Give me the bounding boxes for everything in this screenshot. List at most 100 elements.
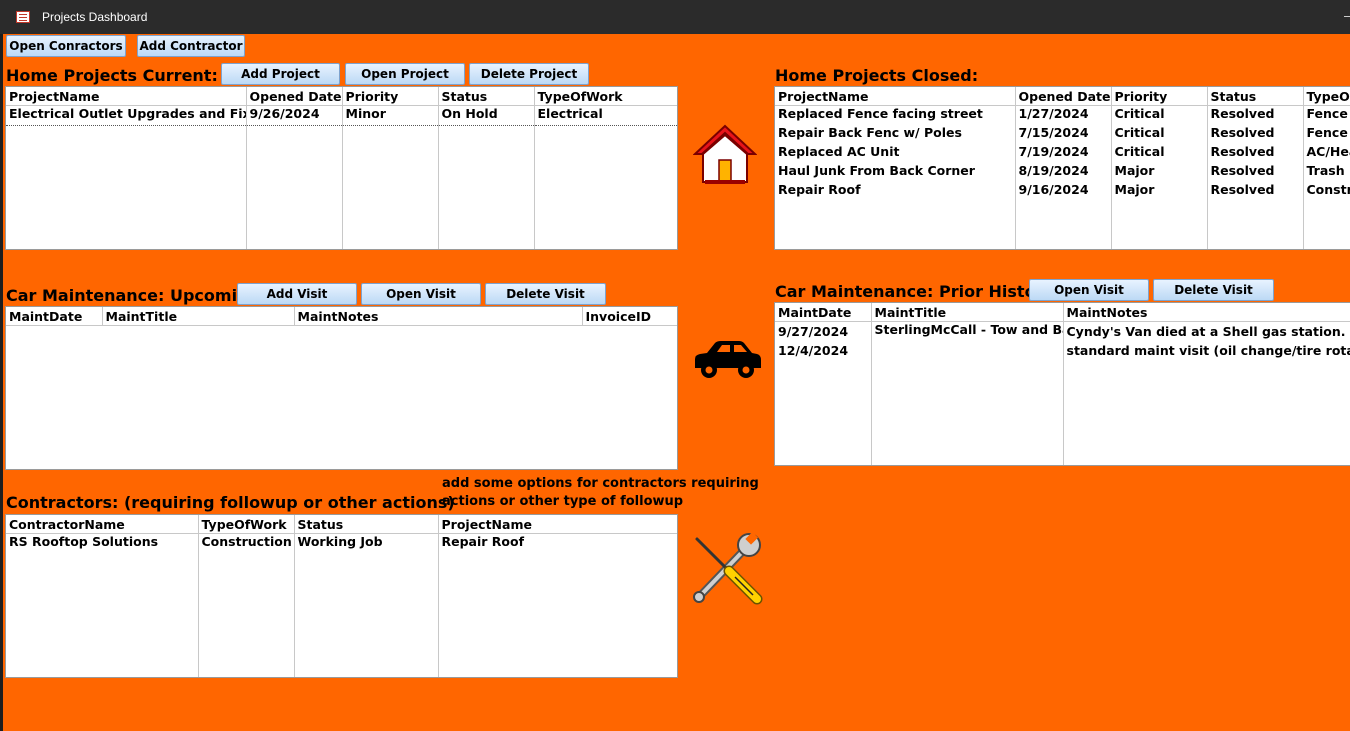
contractors-note: add some options for contractors requiri… (442, 476, 759, 509)
table-cell[interactable]: On Hold (438, 105, 535, 126)
table-cell[interactable]: Resolved (1207, 163, 1304, 182)
table-cell[interactable]: Minor (342, 105, 439, 126)
open-project-button[interactable]: Open Project (345, 63, 465, 85)
delete-visit-button[interactable]: Delete Visit (485, 283, 606, 305)
column-header[interactable]: Opened Date (1015, 87, 1112, 106)
table-cell[interactable]: Replaced AC Unit (775, 144, 1016, 163)
table-cell[interactable]: Construction (198, 533, 295, 553)
column-header[interactable]: Status (438, 87, 535, 106)
table-cell[interactable]: Resolved (1207, 105, 1304, 125)
table-cell[interactable]: 9/27/2024 12/4/2024 (775, 321, 872, 360)
column-header[interactable]: ProjectName (438, 515, 677, 534)
column-header[interactable]: ContractorName (6, 515, 199, 534)
table-row[interactable]: 9/27/2024 12/4/2024 SterlingMcCall - Tow… (775, 321, 1350, 360)
column-header[interactable]: Opened Date (246, 87, 343, 106)
table-row[interactable]: RS Rooftop Solutions Construction Workin… (6, 533, 677, 553)
table-row[interactable]: Replaced Fence facing street 1/27/2024 C… (775, 105, 1350, 125)
table-cell[interactable]: Critical (1111, 105, 1208, 125)
table-cell[interactable]: SterlingMcCall - Tow and Batte (871, 321, 1064, 360)
table-cell[interactable]: Trash (1303, 163, 1350, 182)
table-row[interactable]: Repair Back Fenc w/ Poles 7/15/2024 Crit… (775, 125, 1350, 144)
grid-header: MaintDate MaintTitle MaintNotes InvoiceI… (6, 307, 677, 326)
table-cell[interactable]: Fence (1303, 125, 1350, 144)
open-contractors-button[interactable]: Open Conractors (6, 35, 126, 57)
table-row[interactable]: Electrical Outlet Upgrades and Fixes 9/2… (6, 105, 677, 126)
column-header[interactable]: ProjectName (775, 87, 1016, 106)
empty-rows (6, 326, 677, 470)
car-upcoming-heading: Car Maintenance: Upcoming (6, 286, 260, 305)
home-current-heading: Home Projects Current: (6, 66, 218, 85)
home-closed-grid[interactable]: ProjectName Opened Date Priority Status … (774, 86, 1350, 250)
column-header[interactable]: MaintNotes (294, 307, 583, 326)
home-current-grid[interactable]: ProjectName Opened Date Priority Status … (5, 86, 678, 250)
table-cell[interactable]: RS Rooftop Solutions (6, 533, 199, 553)
column-header[interactable]: Priority (342, 87, 439, 106)
table-cell[interactable]: Resolved (1207, 125, 1304, 144)
table-cell[interactable]: 9/26/2024 (246, 105, 343, 126)
table-cell[interactable]: 1/27/2024 (1015, 105, 1112, 125)
window-title: Projects Dashboard (42, 10, 148, 24)
contractors-grid[interactable]: ContractorName TypeOfWork Status Project… (5, 514, 678, 678)
table-cell[interactable]: Repair Roof (775, 182, 1016, 201)
table-cell[interactable]: Electrical Outlet Upgrades and Fixes (6, 105, 247, 126)
table-cell[interactable]: 7/15/2024 (1015, 125, 1112, 144)
table-cell[interactable]: Electrical (534, 105, 677, 126)
form-icon (16, 11, 30, 23)
grid-header: ProjectName Opened Date Priority Status … (775, 87, 1350, 106)
table-cell[interactable]: Major (1111, 163, 1208, 182)
table-row[interactable]: Replaced AC Unit 7/19/2024 Critical Reso… (775, 144, 1350, 163)
column-header[interactable]: MaintDate (6, 307, 103, 326)
table-cell[interactable]: 8/19/2024 (1015, 163, 1112, 182)
delete-prior-visit-button[interactable]: Delete Visit (1153, 279, 1274, 301)
table-cell[interactable]: Constru (1303, 182, 1350, 201)
table-cell[interactable]: Cyndy's Van died at a Shell gas station.… (1063, 321, 1350, 360)
house-icon (693, 124, 757, 184)
table-cell[interactable]: Major (1111, 182, 1208, 201)
table-cell[interactable]: Resolved (1207, 144, 1304, 163)
table-cell[interactable]: AC/Hea (1303, 144, 1350, 163)
column-header[interactable]: Status (1207, 87, 1304, 106)
empty-rows (775, 360, 1350, 465)
table-cell[interactable]: Resolved (1207, 182, 1304, 201)
table-cell[interactable]: Critical (1111, 125, 1208, 144)
column-header[interactable]: TypeOfWork (534, 87, 677, 106)
car-prior-grid[interactable]: MaintDate MaintTitle MaintNotes 9/27/202… (774, 302, 1350, 466)
column-header[interactable]: Status (294, 515, 439, 534)
grid-header: ContractorName TypeOfWork Status Project… (6, 515, 677, 534)
table-cell[interactable]: Fence (1303, 105, 1350, 125)
column-header[interactable]: InvoiceID (582, 307, 677, 326)
table-cell[interactable]: Replaced Fence facing street (775, 105, 1016, 125)
column-header[interactable]: TypeOfWork (198, 515, 295, 534)
table-cell[interactable]: Working Job (294, 533, 439, 553)
car-icon (695, 341, 761, 378)
column-header[interactable]: MaintTitle (871, 303, 1064, 322)
table-cell[interactable]: Haul Junk From Back Corner (775, 163, 1016, 182)
maint-date: 9/27/2024 (778, 324, 849, 339)
table-row[interactable]: Repair Roof 9/16/2024 Major Resolved Con… (775, 182, 1350, 201)
add-visit-button[interactable]: Add Visit (237, 283, 357, 305)
column-header[interactable]: MaintDate (775, 303, 872, 322)
table-cell[interactable]: Repair Roof (438, 533, 677, 553)
table-cell[interactable]: 7/19/2024 (1015, 144, 1112, 163)
window-titlebar: Projects Dashboard (0, 0, 1350, 34)
column-header[interactable]: MaintTitle (102, 307, 295, 326)
table-cell[interactable]: Critical (1111, 144, 1208, 163)
grid-header: ProjectName Opened Date Priority Status … (6, 87, 677, 106)
car-upcoming-grid[interactable]: MaintDate MaintTitle MaintNotes InvoiceI… (5, 306, 678, 470)
empty-rows (6, 125, 677, 249)
table-cell[interactable]: Repair Back Fenc w/ Poles (775, 125, 1016, 144)
column-header[interactable]: MaintNotes (1063, 303, 1350, 322)
column-header[interactable]: ProjectName (6, 87, 247, 106)
table-row[interactable]: Haul Junk From Back Corner 8/19/2024 Maj… (775, 163, 1350, 182)
add-contractor-button[interactable]: Add Contractor (137, 35, 245, 57)
contractors-heading: Contractors: (requiring followup or othe… (6, 493, 455, 512)
column-header[interactable]: Priority (1111, 87, 1208, 106)
open-prior-visit-button[interactable]: Open Visit (1029, 279, 1149, 301)
table-cell[interactable]: 9/16/2024 (1015, 182, 1112, 201)
column-header[interactable]: TypeOf (1303, 87, 1350, 106)
minimize-icon[interactable] (1344, 16, 1350, 17)
add-project-button[interactable]: Add Project (221, 63, 340, 85)
delete-project-button[interactable]: Delete Project (469, 63, 589, 85)
car-prior-heading: Car Maintenance: Prior History (775, 282, 1054, 301)
open-visit-button[interactable]: Open Visit (361, 283, 481, 305)
